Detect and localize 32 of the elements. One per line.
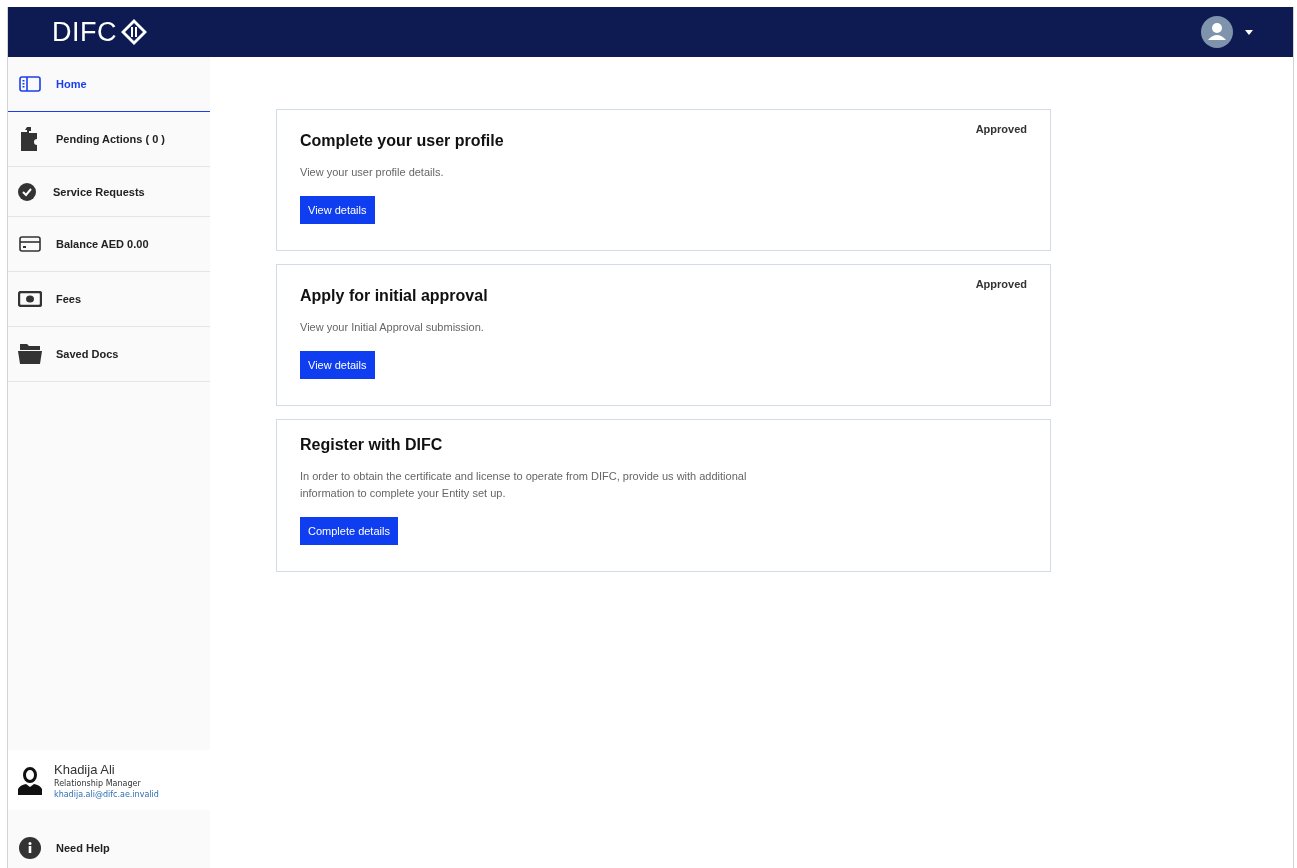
person-silhouette-icon — [18, 765, 42, 795]
card-description: In order to obtain the certificate and license to operate from DIFC, provide us with additional information to complete your Entity set up. — [300, 469, 748, 501]
nav-item[interactable]: Balance AED 0.00 — [8, 217, 210, 272]
status-label: Approved — [975, 123, 1027, 135]
nav-item[interactable]: Saved Docs — [8, 327, 210, 382]
folder-icon — [18, 344, 42, 364]
card-description: View your Initial Approval submission. — [300, 320, 485, 335]
banknote-icon — [18, 291, 42, 307]
nav-item[interactable]: Service Requests — [8, 167, 210, 217]
nav-item[interactable]: Pending Actions ( 0 ) — [8, 112, 210, 167]
sidebar-panel-icon — [18, 76, 42, 92]
card-title: Complete your user profile — [300, 132, 505, 150]
email-link[interactable]: khadija.ali@difc.ae.invalid — [54, 789, 159, 799]
caret-icon[interactable] — [1245, 29, 1253, 35]
card-description: View your user profile details. — [300, 165, 445, 180]
details-button[interactable]: View details — [300, 351, 375, 379]
details-button[interactable]: View details — [300, 196, 375, 224]
manager-role: Relationship Manager — [54, 778, 142, 788]
check-circle-icon — [15, 182, 39, 201]
info-icon — [18, 837, 42, 859]
nav-item[interactable]: Fees — [8, 272, 210, 327]
status-label: Approved — [975, 278, 1027, 290]
card-title: Register with DIFC — [300, 436, 444, 454]
avatar-icon[interactable] — [1201, 16, 1233, 48]
nav-item[interactable]: Home — [8, 57, 210, 112]
credit-card-icon — [18, 236, 42, 252]
card-title: Apply for initial approval — [300, 287, 489, 305]
details-button[interactable]: Complete details — [300, 517, 398, 545]
help-item[interactable]: Need Help — [8, 828, 210, 868]
manager-name: Khadija Ali — [54, 761, 116, 777]
diamond-logo-icon — [120, 18, 148, 46]
logo-text: DIFC — [52, 16, 117, 48]
